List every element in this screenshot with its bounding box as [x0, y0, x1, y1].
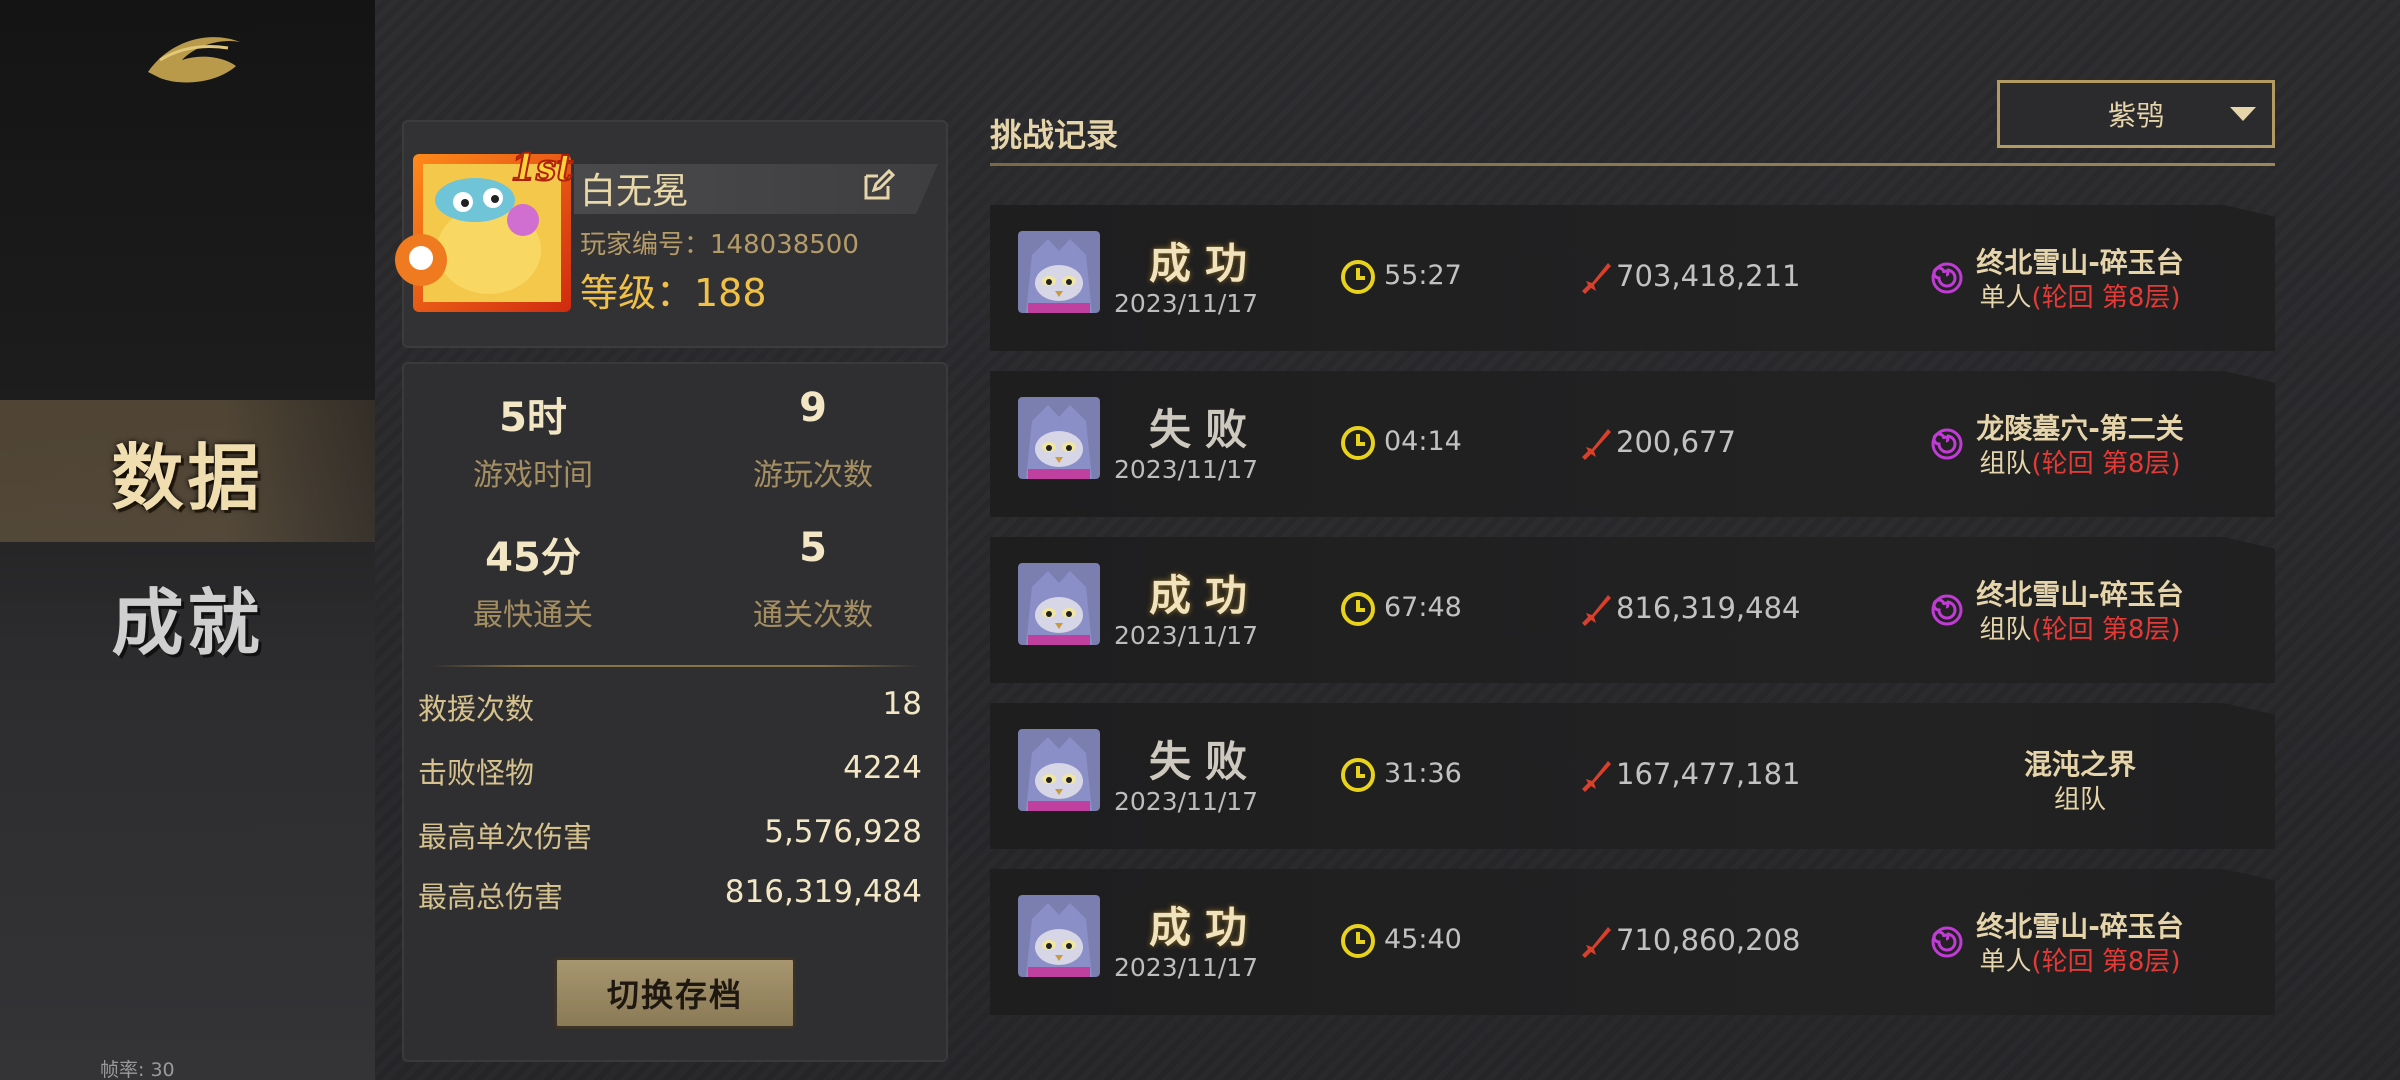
game-logo-icon	[148, 37, 240, 83]
clock-icon	[1341, 758, 1375, 792]
damage-blade-icon	[1582, 429, 1611, 460]
record-row[interactable]: 失败 2023/11/17 04:14 200,677 龙陵墓穴-第二关 组队(…	[990, 371, 2275, 517]
character-avatar-icon	[1018, 231, 1100, 313]
record-mode: 组队(轮回 第8层)	[1945, 609, 2215, 646]
clock-icon	[1341, 260, 1375, 294]
clock-icon	[1341, 592, 1375, 626]
record-date: 2023/11/17	[1114, 953, 1259, 982]
play-time-value: 5时	[499, 395, 567, 441]
monsters-defeated-value: 4224	[843, 750, 922, 786]
record-mode: 组队(轮回 第8层)	[1945, 443, 2215, 480]
damage-blade-icon	[1582, 761, 1611, 792]
record-mode-detail: (轮回 第8层)	[2031, 947, 2181, 977]
record-date: 2023/11/17	[1114, 289, 1259, 318]
record-mode-type: 单人	[1979, 947, 2032, 977]
record-date: 2023/11/17	[1114, 621, 1259, 650]
record-status: 成功	[1148, 239, 1261, 288]
record-status: 失败	[1148, 737, 1261, 786]
record-status: 成功	[1148, 903, 1261, 952]
edit-name-icon[interactable]	[860, 168, 896, 204]
chevron-down-icon	[2230, 107, 2256, 121]
fastest-clear-label: 最快通关	[473, 598, 593, 633]
record-status: 成功	[1148, 571, 1261, 620]
rank-badge: 1st	[511, 147, 573, 189]
rescue-count-label: 救援次数	[418, 692, 535, 726]
records-underline	[990, 163, 2275, 166]
monsters-defeated-label: 击败怪物	[418, 756, 535, 790]
switch-save-button[interactable]: 切换存档	[554, 957, 796, 1029]
record-mode-type: 单人	[1979, 283, 2032, 313]
player-avatar-icon[interactable]: 1st	[393, 140, 581, 325]
record-stage: 终北雪山-碎玉台	[1976, 910, 2184, 943]
clear-count-value: 5	[799, 525, 827, 571]
record-mode-type: 组队	[1979, 449, 2032, 479]
player-level: 等级：188	[580, 271, 767, 315]
max-total-damage-value: 816,319,484	[724, 874, 922, 910]
dropdown-selected-value: 紫鸮	[2107, 99, 2164, 132]
record-row[interactable]: 成功 2023/11/17 55:27 703,418,211 终北雪山-碎玉台…	[990, 205, 2275, 351]
record-mode-type: 组队	[2053, 785, 2106, 815]
damage-blade-icon	[1582, 927, 1611, 958]
record-damage: 167,477,181	[1616, 757, 1801, 791]
character-avatar-icon	[1018, 563, 1100, 645]
record-mode-detail: (轮回 第8层)	[2031, 449, 2181, 479]
nav-achievements-tab[interactable]: 成就	[0, 545, 375, 687]
record-damage: 710,860,208	[1616, 923, 1801, 957]
clock-icon	[1341, 426, 1375, 460]
character-avatar-icon	[1018, 729, 1100, 811]
play-count-value: 9	[799, 385, 827, 431]
record-duration: 04:14	[1384, 426, 1462, 457]
player-name: 白无冕	[580, 171, 689, 212]
record-mode: 单人(轮回 第8层)	[1945, 277, 2215, 314]
record-duration: 31:36	[1384, 758, 1462, 789]
record-stage: 终北雪山-碎玉台	[1976, 246, 2184, 279]
record-duration: 67:48	[1384, 592, 1462, 623]
stats-divider	[430, 665, 920, 667]
character-avatar-icon	[1018, 895, 1100, 977]
record-stage: 终北雪山-碎玉台	[1976, 578, 2184, 611]
record-date: 2023/11/17	[1114, 455, 1259, 484]
character-filter-dropdown[interactable]: 紫鸮	[1997, 80, 2275, 148]
record-row[interactable]: 成功 2023/11/17 67:48 816,319,484 终北雪山-碎玉台…	[990, 537, 2275, 683]
damage-blade-icon	[1582, 595, 1611, 626]
record-row[interactable]: 成功 2023/11/17 45:40 710,860,208 终北雪山-碎玉台…	[990, 869, 2275, 1015]
record-mode-detail: (轮回 第8层)	[2031, 283, 2181, 313]
record-damage: 200,677	[1616, 425, 1736, 459]
record-stage: 混沌之界	[2023, 748, 2136, 781]
play-count-label: 游玩次数	[753, 458, 873, 493]
player-id: 玩家编号：148038500	[580, 230, 859, 260]
clear-count-label: 通关次数	[753, 598, 873, 633]
max-single-damage-label: 最高单次伤害	[418, 820, 593, 854]
fastest-clear-value: 45分	[485, 535, 581, 581]
play-time-label: 游戏时间	[473, 458, 593, 493]
fps-counter: 帧率: 30	[100, 1059, 175, 1080]
rescue-count-value: 18	[882, 686, 922, 722]
record-mode: 单人(轮回 第8层)	[1945, 941, 2215, 978]
record-damage: 816,319,484	[1616, 591, 1801, 625]
record-mode-type: 组队	[1979, 615, 2032, 645]
character-avatar-icon	[1018, 397, 1100, 479]
max-single-damage-value: 5,576,928	[764, 814, 922, 850]
record-row[interactable]: 失败 2023/11/17 31:36 167,477,181 混沌之界 组队	[990, 703, 2275, 849]
record-duration: 45:40	[1384, 924, 1462, 955]
record-status: 失败	[1148, 405, 1261, 454]
record-mode: 组队	[1945, 779, 2215, 816]
records-title: 挑战记录	[990, 116, 1119, 154]
record-damage: 703,418,211	[1616, 259, 1801, 293]
nav-data-tab[interactable]: 数据	[0, 400, 375, 542]
sidebar: 数据 成就 帧率: 30	[0, 0, 375, 1080]
record-mode-detail: (轮回 第8层)	[2031, 615, 2181, 645]
record-duration: 55:27	[1384, 260, 1462, 291]
damage-blade-icon	[1582, 263, 1611, 294]
clock-icon	[1341, 924, 1375, 958]
record-stage: 龙陵墓穴-第二关	[1976, 412, 2184, 445]
max-total-damage-label: 最高总伤害	[418, 880, 564, 914]
record-date: 2023/11/17	[1114, 787, 1259, 816]
